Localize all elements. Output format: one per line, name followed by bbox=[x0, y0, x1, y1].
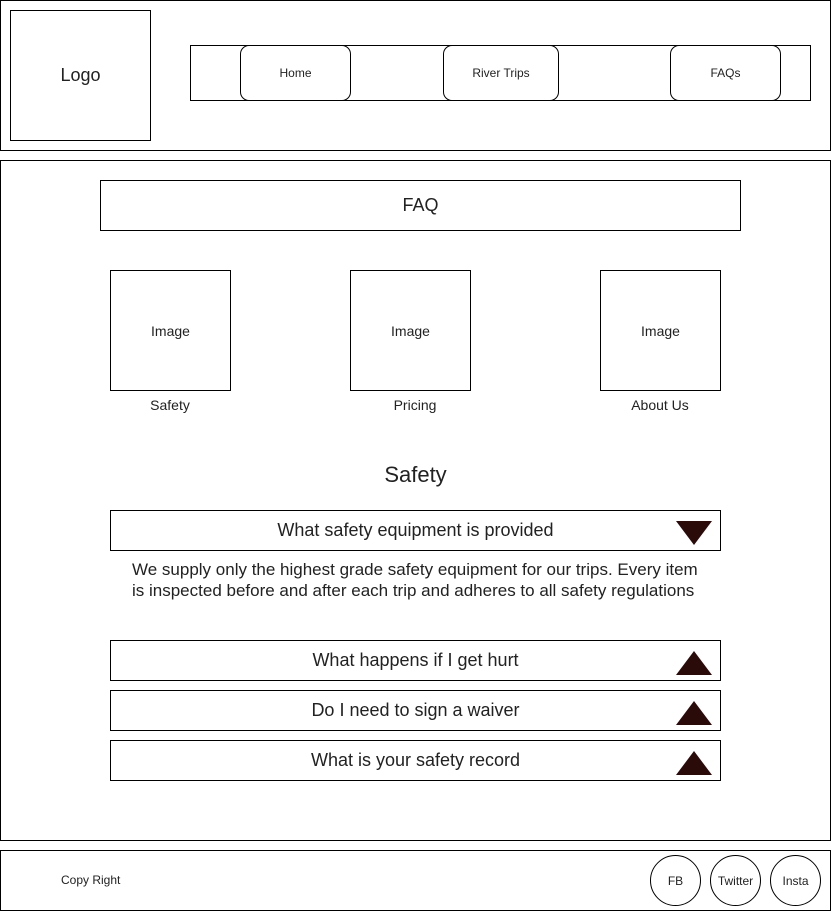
faq-banner: FAQ bbox=[100, 180, 741, 231]
pricing-category-image[interactable]: Image bbox=[350, 270, 471, 391]
twitter-link[interactable]: Twitter bbox=[710, 855, 761, 906]
faq-item-get-hurt[interactable]: What happens if I get hurt bbox=[110, 640, 721, 681]
facebook-link[interactable]: FB bbox=[650, 855, 701, 906]
triangle-up-icon[interactable] bbox=[676, 651, 712, 675]
faq-question: What is your safety record bbox=[310, 750, 521, 770]
triangle-up-icon[interactable] bbox=[676, 701, 712, 725]
nav-river-trips-button[interactable]: River Trips bbox=[443, 45, 559, 101]
about-us-category-image[interactable]: Image bbox=[600, 270, 721, 391]
faq-question: What safety equipment is provided bbox=[277, 520, 554, 540]
nav-home-button[interactable]: Home bbox=[240, 45, 351, 101]
triangle-down-icon[interactable] bbox=[676, 521, 712, 545]
faq-question: What happens if I get hurt bbox=[312, 650, 519, 670]
faq-item-safety-equipment[interactable]: What safety equipment is provided bbox=[110, 510, 721, 551]
faq-item-safety-record[interactable]: What is your safety record bbox=[110, 740, 721, 781]
safety-category-label[interactable]: Safety bbox=[100, 397, 240, 413]
safety-category-image[interactable]: Image bbox=[110, 270, 231, 391]
faq-item-waiver[interactable]: Do I need to sign a waiver bbox=[110, 690, 721, 731]
faq-question: Do I need to sign a waiver bbox=[311, 700, 520, 720]
triangle-up-icon[interactable] bbox=[676, 751, 712, 775]
instagram-link[interactable]: Insta bbox=[770, 855, 821, 906]
nav-faqs-button[interactable]: FAQs bbox=[670, 45, 781, 101]
about-us-category-label[interactable]: About Us bbox=[590, 397, 730, 413]
section-title: Safety bbox=[384, 462, 447, 487]
copyright-text: Copy Right bbox=[61, 873, 121, 887]
logo[interactable]: Logo bbox=[10, 10, 151, 141]
main-content bbox=[0, 160, 831, 841]
site-footer bbox=[0, 850, 831, 911]
faq-answer: We supply only the highest grade safety … bbox=[132, 560, 698, 600]
pricing-category-label[interactable]: Pricing bbox=[345, 397, 485, 413]
